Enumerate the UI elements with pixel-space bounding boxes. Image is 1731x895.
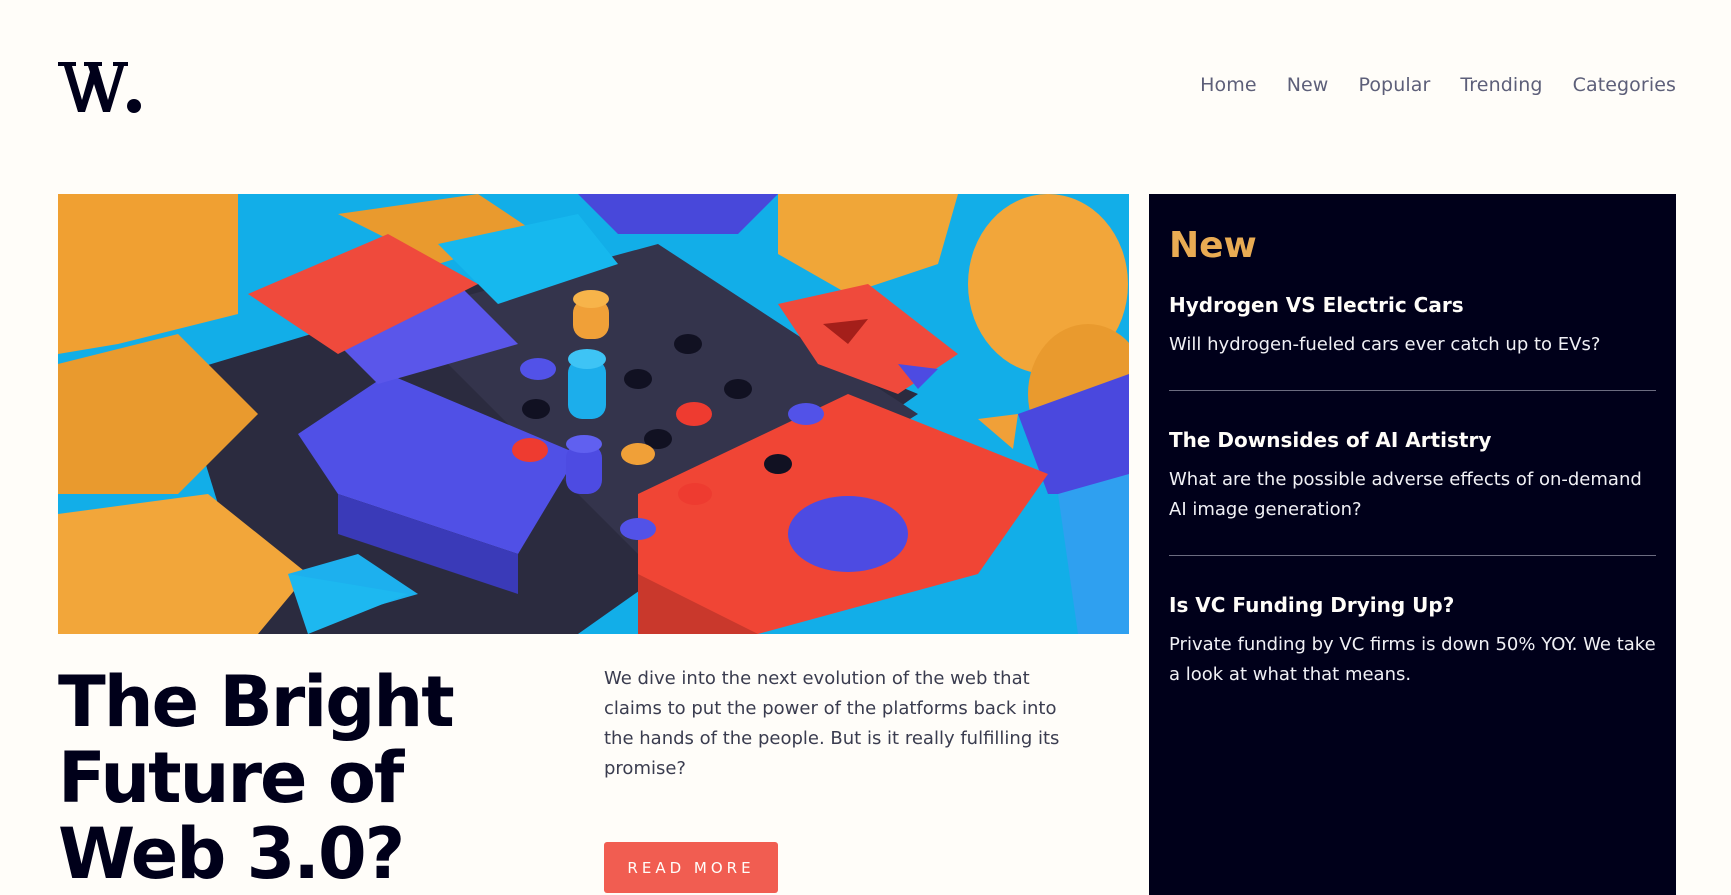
nav-popular[interactable]: Popular	[1358, 74, 1430, 96]
nav-trending[interactable]: Trending	[1460, 74, 1542, 96]
news-item-text: Private funding by VC firms is down 50% …	[1169, 634, 1656, 685]
hero-blocks-illustration	[58, 194, 1129, 634]
hero-description: We dive into the next evolution of the w…	[604, 668, 1060, 779]
nav-home[interactable]: Home	[1200, 74, 1257, 96]
new-articles-panel: New Hydrogen VS Electric Cars Will hydro…	[1149, 194, 1676, 895]
logo-w-icon	[58, 62, 141, 113]
news-item-text: What are the possible adverse effects of…	[1169, 469, 1642, 520]
nav-new[interactable]: New	[1287, 74, 1329, 96]
main-nav: Home New Popular Trending Categories	[1200, 74, 1676, 96]
news-item-title[interactable]: Hydrogen VS Electric Cars	[1169, 292, 1656, 318]
news-item-title[interactable]: The Downsides of AI Artistry	[1169, 427, 1656, 453]
read-more-button[interactable]: READ MORE	[604, 842, 778, 893]
new-panel-title: New	[1169, 225, 1257, 266]
page: Home New Popular Trending Categories The…	[0, 0, 1731, 895]
site-logo[interactable]	[58, 58, 142, 118]
news-item[interactable]: The Downsides of AI Artistry What are th…	[1169, 427, 1656, 556]
news-item-title[interactable]: Is VC Funding Drying Up?	[1169, 592, 1656, 618]
news-item[interactable]: Hydrogen VS Electric Cars Will hydrogen-…	[1169, 292, 1656, 391]
news-item-text: Will hydrogen-fueled cars ever catch up …	[1169, 334, 1601, 355]
hero-title: The Bright Future of Web 3.0?	[58, 661, 455, 895]
news-item[interactable]: Is VC Funding Drying Up? Private funding…	[1169, 592, 1656, 720]
nav-categories[interactable]: Categories	[1573, 74, 1676, 96]
hero-image	[58, 194, 1129, 634]
